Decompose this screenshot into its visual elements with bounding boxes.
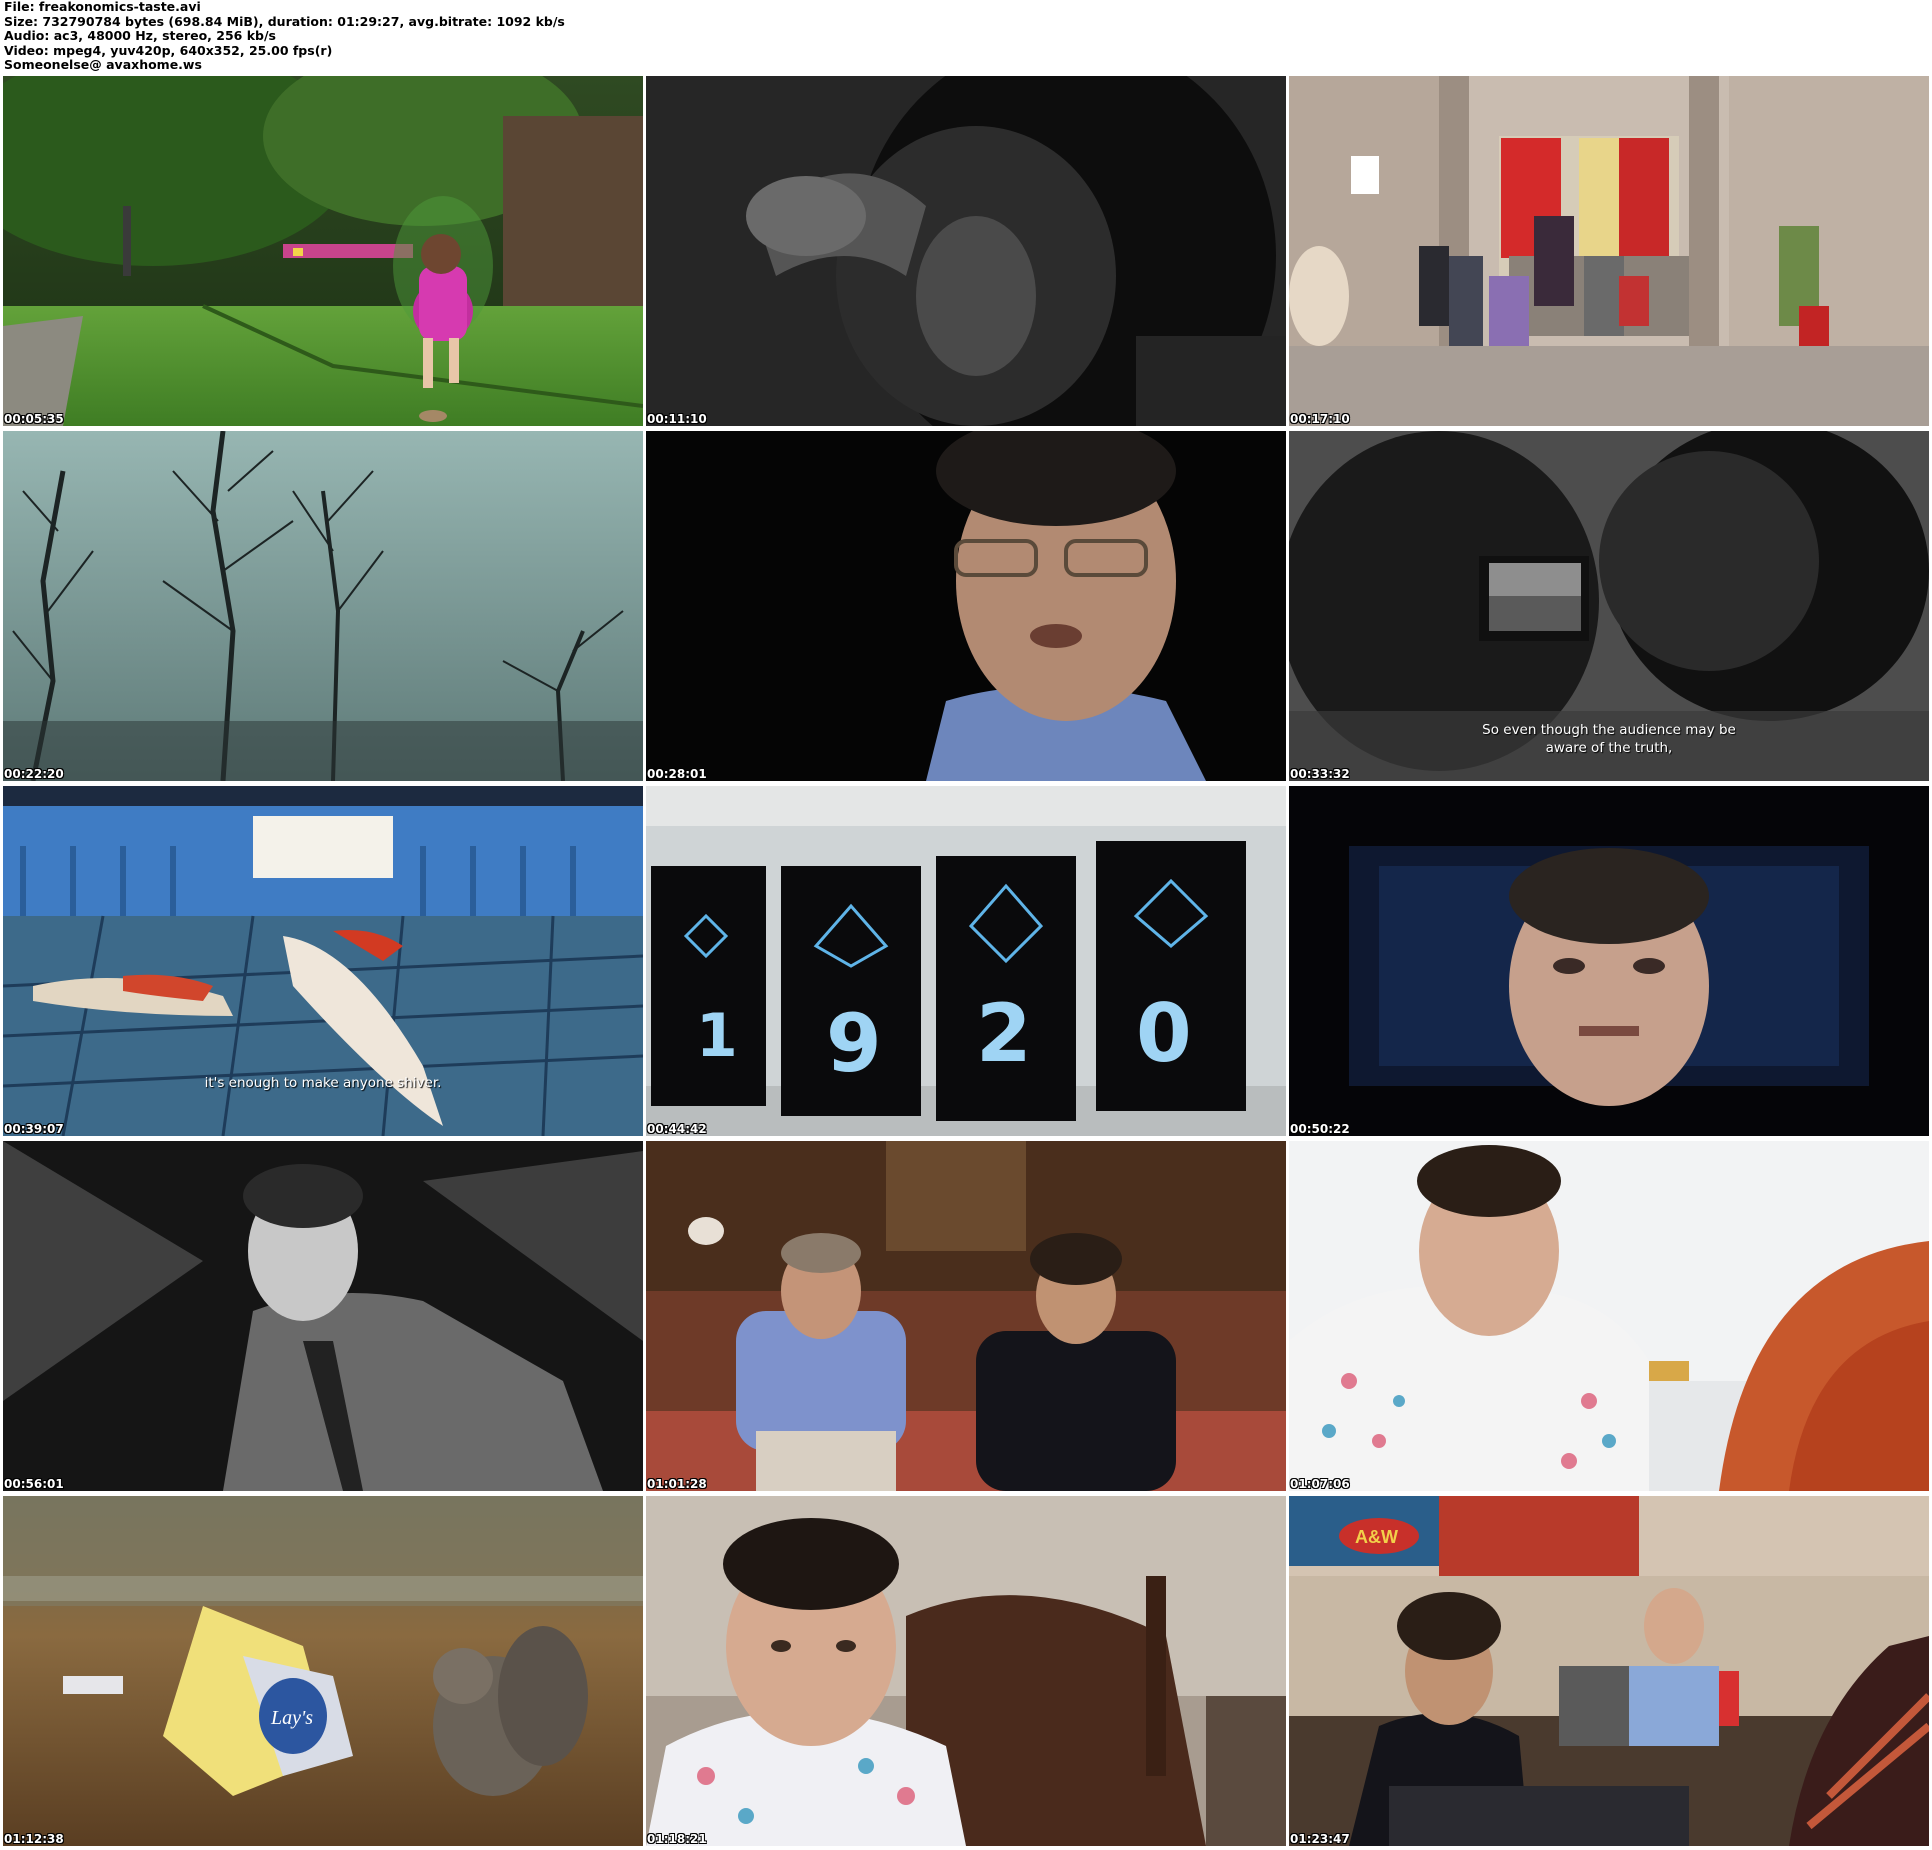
- timestamp: 01:07:06: [1290, 1477, 1350, 1491]
- thumbnail-9-image: [1289, 786, 1929, 1136]
- thumbnail-2[interactable]: 00:11:10: [646, 76, 1286, 426]
- timestamp: 01:01:28: [647, 1477, 707, 1491]
- thumbnail-14[interactable]: 01:18:21: [646, 1496, 1286, 1846]
- timestamp: 00:17:10: [1290, 412, 1350, 426]
- thumbnail-9[interactable]: 00:50:22: [1289, 786, 1929, 1136]
- thumbnail-12-image: [1289, 1141, 1929, 1491]
- timestamp: 00:05:35: [4, 412, 64, 426]
- thumbnail-13-image: Lay's: [3, 1496, 643, 1846]
- digit-1: 1: [696, 1001, 738, 1071]
- thumbnail-11-image: [646, 1141, 1286, 1491]
- digit-4: 0: [1136, 987, 1192, 1080]
- thumbnail-1-image: [3, 76, 643, 426]
- thumbnail-11[interactable]: 01:01:28: [646, 1141, 1286, 1491]
- file-name: File: freakonomics-taste.avi: [4, 0, 201, 14]
- thumbnail-10-image: [3, 1141, 643, 1491]
- digit-3: 2: [976, 987, 1032, 1080]
- thumbnail-4-image: [3, 431, 643, 781]
- thumbnail-grid: 00:05:35 00:11:10 00:17:10 00:22:20 00:2…: [3, 76, 1929, 1846]
- timestamp: 01:18:21: [647, 1832, 707, 1846]
- thumbnail-15-image: A&W: [1289, 1496, 1929, 1846]
- thumbnail-12[interactable]: 01:07:06: [1289, 1141, 1929, 1491]
- thumbnail-8[interactable]: 1 9 2 0 00:44:42: [646, 786, 1286, 1136]
- thumbnail-10[interactable]: 00:56:01: [3, 1141, 643, 1491]
- timestamp: 01:12:38: [4, 1832, 64, 1846]
- thumbnail-5[interactable]: 00:28:01: [646, 431, 1286, 781]
- file-info-header: File: freakonomics-taste.avi Size: 73279…: [4, 0, 1924, 74]
- thumbnail-4[interactable]: 00:22:20: [3, 431, 643, 781]
- thumbnail-1[interactable]: 00:05:35: [3, 76, 643, 426]
- thumbnail-15[interactable]: A&W 01:23:47: [1289, 1496, 1929, 1846]
- thumbnail-7[interactable]: it's enough to make anyone shiver. 00:39…: [3, 786, 643, 1136]
- digit-2: 9: [826, 997, 882, 1090]
- sign-text: A&W: [1355, 1527, 1398, 1547]
- thumbnail-8-image: 1 9 2 0: [646, 786, 1286, 1136]
- timestamp: 00:22:20: [4, 767, 64, 781]
- thumbnail-3[interactable]: 00:17:10: [1289, 76, 1929, 426]
- thumbnail-3-image: [1289, 76, 1929, 426]
- timestamp: 00:50:22: [1290, 1122, 1350, 1136]
- file-size-duration: Size: 732790784 bytes (698.84 MiB), dura…: [4, 13, 565, 29]
- thumbnail-14-image: [646, 1496, 1286, 1846]
- thumbnail-13[interactable]: Lay's 01:12:38: [3, 1496, 643, 1846]
- subtitle-line-2: aware of the truth,: [1545, 740, 1673, 756]
- credit-line: Someonelse@ avaxhome.ws: [4, 57, 202, 73]
- timestamp: 00:39:07: [4, 1122, 64, 1136]
- bag-text: Lay's: [270, 1707, 313, 1729]
- subtitle-line-1: So even though the audience may be: [1482, 722, 1736, 738]
- thumbnail-2-image: [646, 76, 1286, 426]
- audio-info: Audio: ac3, 48000 Hz, stereo, 256 kb/s: [4, 28, 276, 44]
- timestamp: 01:23:47: [1290, 1832, 1350, 1846]
- thumbnail-6[interactable]: So even though the audience may be aware…: [1289, 431, 1929, 781]
- timestamp: 00:44:42: [647, 1122, 707, 1136]
- video-info: Video: mpeg4, yuv420p, 640x352, 25.00 fp…: [4, 42, 333, 58]
- timestamp: 00:11:10: [647, 412, 707, 426]
- timestamp: 00:28:01: [647, 767, 707, 781]
- subtitle-line-1: it's enough to make anyone shiver.: [204, 1075, 442, 1091]
- timestamp: 00:33:32: [1290, 767, 1350, 781]
- timestamp: 00:56:01: [4, 1477, 64, 1491]
- thumbnail-5-image: [646, 431, 1286, 781]
